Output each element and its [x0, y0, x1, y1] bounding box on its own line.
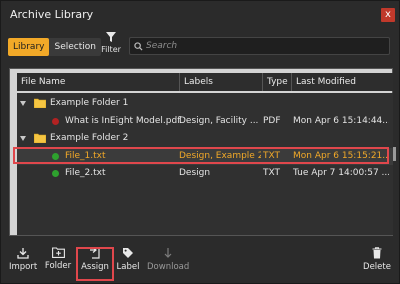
archive-library-window: Archive Library x Library Selection Filt…: [0, 0, 400, 284]
label-label: Label: [116, 262, 140, 272]
file-labels: Design, Facility ...: [179, 116, 259, 126]
file-panel: File Name Labels Type Last Modified Exam…: [9, 68, 393, 236]
trash-icon: [372, 247, 382, 259]
toolbar: Library Selection Filter: [1, 28, 399, 64]
titlebar: Archive Library x: [1, 1, 399, 28]
file-tree: Example Folder 1 What is InEight Model.p…: [17, 93, 393, 235]
file-type: PDF: [263, 116, 281, 126]
action-bar: Import Folder Assign Label Download Dele…: [1, 245, 399, 283]
folder-row[interactable]: Example Folder 2: [17, 130, 393, 147]
tab-library[interactable]: Library: [8, 38, 50, 56]
assign-button[interactable]: Assign: [80, 247, 110, 279]
column-header-type[interactable]: Type: [263, 73, 292, 91]
status-dot-icon: [52, 153, 59, 160]
file-modified: Tue Apr 7 14:00:57 ...: [293, 168, 389, 178]
folder-name: Example Folder 1: [50, 98, 129, 108]
file-name: File_1.txt: [65, 151, 106, 161]
column-header-labels[interactable]: Labels: [180, 73, 263, 91]
import-label: Import: [9, 262, 38, 272]
tag-icon: [123, 248, 133, 258]
folder-label: Folder: [44, 261, 72, 271]
status-dot-icon: [52, 170, 59, 177]
filter-button[interactable]: Filter: [101, 31, 121, 54]
download-label: Download: [147, 262, 190, 272]
expand-arrow-icon[interactable]: [20, 101, 26, 106]
status-dot-icon: [52, 118, 59, 125]
column-header-last-modified[interactable]: Last Modified: [292, 73, 393, 91]
download-icon: [164, 248, 172, 258]
folder-icon: [34, 133, 46, 143]
delete-button[interactable]: Delete: [363, 247, 391, 279]
download-button[interactable]: Download: [147, 247, 189, 279]
file-labels: Design, Example 2: [179, 151, 261, 161]
new-folder-icon: [51, 247, 65, 258]
import-button[interactable]: Import: [9, 247, 37, 279]
file-name: What is InEight Model.pdf: [65, 116, 181, 126]
file-modified: Mon Apr 6 15:14:44...: [293, 116, 389, 126]
folder-row[interactable]: Example Folder 1: [17, 95, 393, 112]
assign-icon: [89, 247, 100, 259]
scrollbar-thumb[interactable]: [393, 147, 396, 161]
file-type: TXT: [263, 168, 281, 178]
table-header: File Name Labels Type Last Modified: [17, 73, 393, 91]
import-icon: [17, 248, 29, 259]
file-row-selected[interactable]: File_1.txt Design, Example 2 TXT Mon Apr…: [17, 148, 393, 165]
search-box[interactable]: [129, 37, 390, 55]
file-type: TXT: [263, 151, 281, 161]
file-name: File_2.txt: [65, 168, 106, 178]
search-input[interactable]: [143, 38, 389, 54]
file-row[interactable]: What is InEight Model.pdf Design, Facili…: [17, 113, 393, 130]
filter-icon: [106, 32, 116, 42]
tab-selection[interactable]: Selection: [49, 38, 100, 56]
delete-label: Delete: [363, 262, 391, 272]
folder-name: Example Folder 2: [50, 133, 129, 143]
view-toggle: Library Selection: [8, 38, 101, 56]
folder-icon: [34, 98, 46, 108]
label-button[interactable]: Label: [116, 247, 140, 279]
search-icon: [134, 41, 143, 51]
window-title: Archive Library: [10, 8, 94, 21]
filter-label: Filter: [101, 45, 121, 54]
file-row[interactable]: File_2.txt Design TXT Tue Apr 7 14:00:57…: [17, 165, 393, 182]
column-header-file-name[interactable]: File Name: [17, 73, 180, 91]
close-button[interactable]: x: [381, 8, 395, 22]
folder-button[interactable]: Folder: [44, 247, 72, 279]
expand-arrow-icon[interactable]: [20, 136, 26, 141]
file-labels: Design: [179, 168, 211, 178]
assign-label: Assign: [81, 262, 109, 272]
file-modified: Mon Apr 6 15:15:21...: [293, 151, 389, 161]
